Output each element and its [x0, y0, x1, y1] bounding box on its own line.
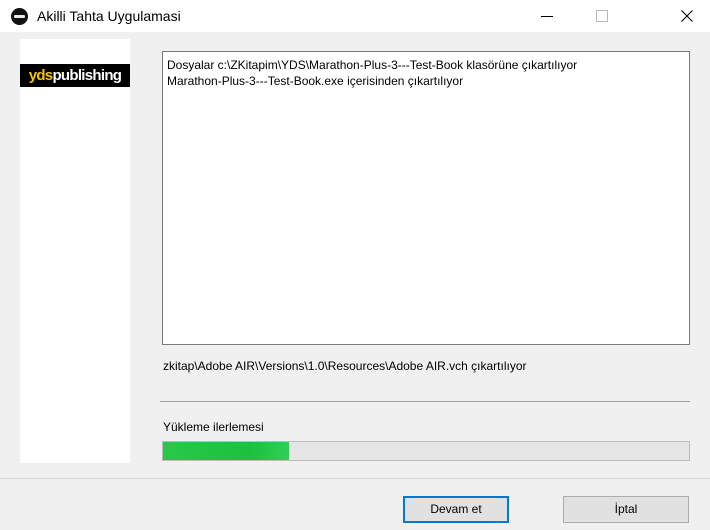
current-file-status: zkitap\Adobe AIR\Versions\1.0\Resources\…: [163, 359, 527, 373]
footer-divider: [0, 478, 710, 479]
logo-panel: ydspublishing: [20, 39, 130, 463]
window-title: Akilli Tahta Uygulamasi: [37, 8, 181, 24]
log-line: Dosyalar c:\ZKitapim\YDS\Marathon-Plus-3…: [167, 58, 578, 72]
progress-fill: [163, 442, 290, 460]
progress-label: Yükleme ilerlemesi: [163, 420, 264, 434]
progress-bar: [162, 441, 690, 461]
extraction-log[interactable]: Dosyalar c:\ZKitapim\YDS\Marathon-Plus-3…: [162, 51, 690, 345]
divider: [160, 401, 690, 402]
close-icon: [681, 10, 693, 22]
app-icon: [11, 8, 28, 25]
logo-text-publishing: publishing: [52, 67, 122, 84]
installer-window: Akilli Tahta Uygulamasi ydspublishing Do…: [0, 0, 710, 530]
close-button[interactable]: [664, 0, 710, 32]
log-line: Marathon-Plus-3---Test-Book.exe içerisin…: [167, 74, 464, 88]
logo-text-yds: yds: [28, 67, 53, 84]
maximize-button[interactable]: [580, 0, 626, 32]
minimize-button[interactable]: [526, 0, 572, 32]
title-bar[interactable]: Akilli Tahta Uygulamasi: [0, 0, 710, 32]
cancel-button[interactable]: İptal: [563, 496, 689, 523]
publisher-logo: ydspublishing: [20, 64, 130, 87]
continue-button[interactable]: Devam et: [403, 496, 509, 523]
maximize-icon: [596, 10, 608, 22]
minimize-icon: [541, 16, 553, 17]
